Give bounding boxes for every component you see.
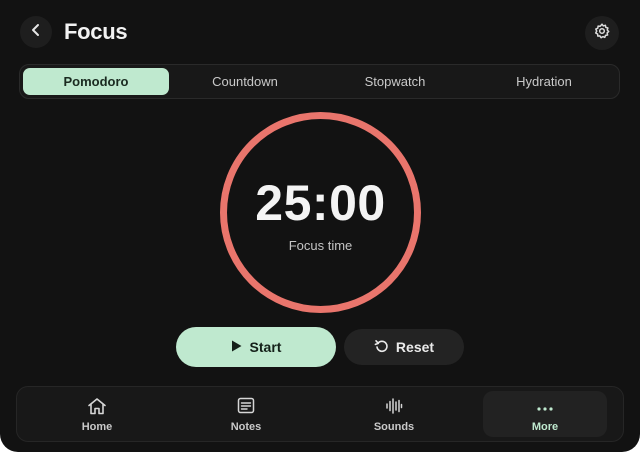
gear-icon xyxy=(594,22,610,44)
back-button[interactable] xyxy=(20,16,52,48)
bottom-nav: Home Notes Sounds More xyxy=(16,386,624,442)
start-button[interactable]: Start xyxy=(176,327,336,367)
nav-item-sounds[interactable]: Sounds xyxy=(332,391,456,437)
reset-label: Reset xyxy=(395,339,435,355)
tab-stopwatch[interactable]: Stopwatch xyxy=(321,68,469,95)
nav-item-home[interactable]: Home xyxy=(35,391,159,437)
settings-button[interactable] xyxy=(585,16,619,50)
timer-label: Focus time xyxy=(288,238,353,253)
start-label: Start xyxy=(249,339,282,355)
play-icon xyxy=(231,339,242,355)
nav-label-more: More xyxy=(531,421,559,433)
tab-hydration[interactable]: Hydration xyxy=(470,68,618,95)
nav-label-home: Home xyxy=(81,421,113,433)
home-icon xyxy=(87,397,107,420)
page-title: Focus xyxy=(64,19,128,44)
nav-item-more[interactable]: More xyxy=(483,391,607,437)
focus-screen: Focus Pomodoro Countdown Stopwatch Hydra… xyxy=(0,0,640,452)
more-icon xyxy=(536,399,554,417)
notes-icon xyxy=(237,397,255,419)
nav-label-notes: Notes xyxy=(230,421,262,433)
nav-item-notes[interactable]: Notes xyxy=(184,391,308,437)
waveform-icon xyxy=(385,397,403,420)
chevron-left-icon xyxy=(29,23,43,42)
timer-value: 25:00 xyxy=(255,175,386,231)
mode-tabs: Pomodoro Countdown Stopwatch Hydration xyxy=(19,64,620,99)
tab-pomodoro[interactable]: Pomodoro xyxy=(23,68,169,95)
reset-button[interactable]: Reset xyxy=(344,329,464,365)
reset-icon xyxy=(374,339,388,356)
timer-display: 25:00 Focus time xyxy=(219,111,422,314)
nav-label-sounds: Sounds xyxy=(373,421,415,433)
tab-countdown[interactable]: Countdown xyxy=(171,68,319,95)
